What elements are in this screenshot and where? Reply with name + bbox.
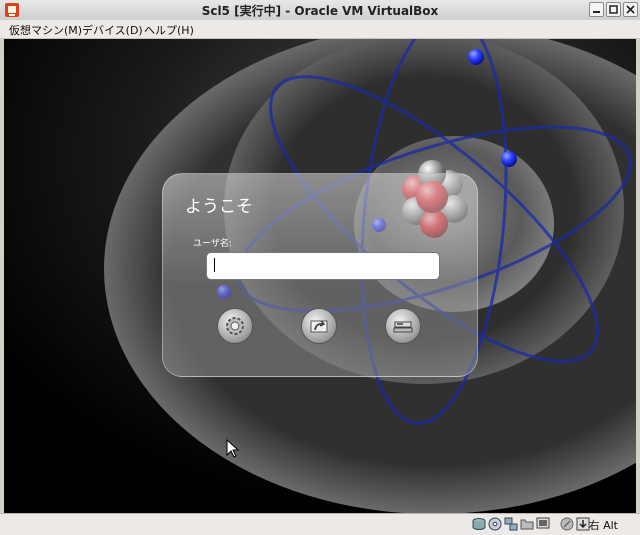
shared-folder-icon[interactable] bbox=[520, 517, 534, 531]
maximize-icon bbox=[609, 5, 618, 14]
optical-disc-icon[interactable] bbox=[488, 517, 502, 531]
host-key-label: 右 Alt bbox=[588, 519, 618, 532]
maximize-button[interactable] bbox=[606, 2, 621, 17]
network-icon[interactable] bbox=[504, 517, 518, 531]
menu-bar: 仮想マシン(M) デバイス(D) ヘルプ(H) bbox=[0, 20, 640, 39]
menu-help[interactable]: ヘルプ(H) bbox=[144, 22, 194, 38]
menu-machine[interactable]: 仮想マシン(M) bbox=[9, 22, 82, 38]
minimize-button[interactable] bbox=[589, 2, 604, 17]
minimize-icon bbox=[593, 11, 600, 13]
status-bar: 右 Alt bbox=[0, 513, 640, 535]
close-button[interactable] bbox=[623, 2, 638, 17]
restart-icon bbox=[310, 320, 328, 333]
text-caret bbox=[214, 258, 215, 272]
shutdown-button[interactable] bbox=[385, 308, 421, 344]
computer-icon bbox=[393, 321, 413, 333]
gear-icon bbox=[226, 317, 244, 335]
mouse-pointer-icon bbox=[226, 439, 240, 458]
vm-screen[interactable]: ようこそ ユーザ名: bbox=[4, 39, 636, 513]
menu-devices[interactable]: デバイス(D) bbox=[82, 22, 143, 38]
options-button[interactable] bbox=[217, 308, 253, 344]
close-icon bbox=[626, 5, 635, 14]
mouse-integration-icon[interactable] bbox=[560, 517, 574, 531]
username-input[interactable] bbox=[206, 252, 440, 280]
window-titlebar[interactable]: Scl5 [実行中] - Oracle VM VirtualBox bbox=[0, 0, 640, 21]
hard-disk-icon[interactable] bbox=[472, 517, 486, 531]
restart-button[interactable] bbox=[301, 308, 337, 344]
display-icon[interactable] bbox=[536, 517, 550, 531]
username-label: ユーザ名: bbox=[193, 239, 232, 249]
login-dialog: ようこそ ユーザ名: bbox=[162, 173, 478, 377]
welcome-heading: ようこそ bbox=[185, 197, 253, 217]
window-title: Scl5 [実行中] - Oracle VM VirtualBox bbox=[201, 4, 439, 18]
